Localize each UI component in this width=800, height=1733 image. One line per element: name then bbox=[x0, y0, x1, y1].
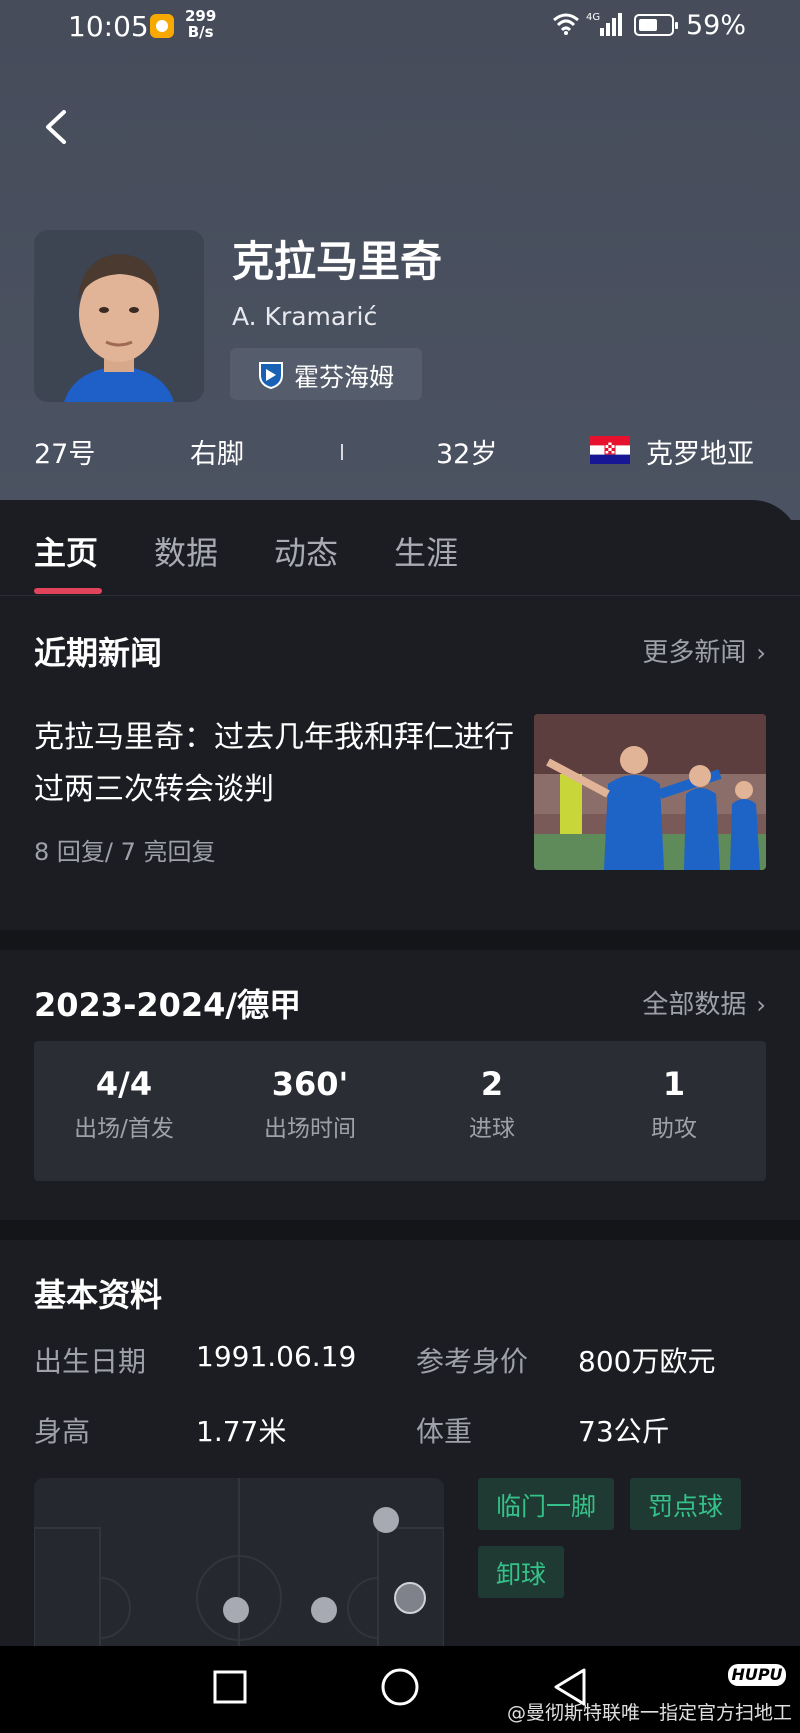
news-section-title: 近期新闻 bbox=[34, 634, 163, 672]
stat-label: 进球 bbox=[469, 1116, 515, 1142]
tab-bar: 主页 数据 动态 生涯 bbox=[0, 500, 800, 596]
news-thumbnail[interactable] bbox=[534, 714, 766, 870]
player-name: 克拉马里奇 bbox=[232, 237, 443, 286]
trait-tag: 卸球 bbox=[478, 1546, 565, 1598]
player-header: 10:05 299 B/s 4G 59% 克拉马里奇 A. Kramarić 霍… bbox=[0, 0, 800, 520]
tab-home[interactable]: 主页 bbox=[34, 528, 98, 574]
stat-value: 4/4 bbox=[95, 1065, 153, 1103]
market-value-label: 参考身价 bbox=[416, 1345, 529, 1378]
status-time: 10:05 bbox=[68, 10, 149, 43]
player-age: 32岁 bbox=[436, 439, 498, 470]
preferred-foot: 右脚 bbox=[190, 439, 244, 470]
hoffenheim-logo-icon bbox=[259, 362, 283, 389]
player-meta: 27号 右脚 32岁 克罗地亚 bbox=[0, 432, 800, 472]
stat-value: 2 bbox=[480, 1065, 504, 1103]
battery-percent: 59% bbox=[686, 10, 747, 41]
network-type-label: 4G bbox=[586, 12, 600, 23]
season-stats-box: 4/4 出场/首发 360' 出场时间 2 进球 1 助攻 bbox=[34, 1041, 766, 1181]
news-reply-count: 8 回复/ 7 亮回复 bbox=[34, 838, 216, 866]
home-icon[interactable] bbox=[380, 1666, 420, 1710]
birth-date-label: 出生日期 bbox=[34, 1345, 147, 1378]
wifi-icon bbox=[553, 13, 579, 35]
tab-data[interactable]: 数据 bbox=[154, 528, 218, 574]
weight-value: 73公斤 bbox=[578, 1415, 670, 1448]
player-avatar bbox=[34, 230, 204, 402]
primary-position-dot bbox=[394, 1582, 426, 1614]
recent-apps-icon[interactable] bbox=[212, 1666, 248, 1710]
network-speed: 299 B/s bbox=[185, 7, 217, 41]
stat-label: 出场/首发 bbox=[74, 1116, 174, 1142]
all-data-link[interactable]: 全部数据 › bbox=[642, 984, 766, 1021]
stat-assists: 1 助攻 bbox=[584, 1065, 764, 1143]
all-data-label: 全部数据 bbox=[642, 990, 747, 1020]
more-news-label: 更多新闻 bbox=[642, 638, 747, 668]
stat-goals: 2 进球 bbox=[402, 1065, 582, 1143]
back-arrow-icon[interactable] bbox=[34, 100, 78, 154]
news-headline[interactable]: 克拉马里奇：过去几年我和拜仁进行过两三次转会谈判 bbox=[34, 712, 520, 816]
news-photo bbox=[534, 714, 766, 870]
stat-label: 出场时间 bbox=[264, 1116, 356, 1142]
birth-date-value: 1991.06.19 bbox=[196, 1340, 357, 1373]
team-chip[interactable]: 霍芬海姆 bbox=[230, 348, 422, 400]
battery-icon bbox=[634, 14, 678, 36]
active-tab-indicator bbox=[34, 588, 102, 594]
height-value: 1.77米 bbox=[196, 1415, 287, 1448]
tab-career[interactable]: 生涯 bbox=[394, 528, 458, 574]
hupu-logo: HUPU bbox=[728, 1664, 786, 1686]
stat-value: 360' bbox=[271, 1065, 349, 1103]
croatia-flag-icon bbox=[590, 436, 630, 464]
player-country: 克罗地亚 bbox=[646, 439, 754, 470]
tab-activity[interactable]: 动态 bbox=[274, 528, 338, 574]
team-name: 霍芬海姆 bbox=[294, 363, 395, 392]
trait-tag: 罚点球 bbox=[630, 1478, 742, 1530]
position-dot bbox=[311, 1597, 337, 1623]
weight-label: 体重 bbox=[416, 1415, 473, 1448]
basic-info-title: 基本资料 bbox=[34, 1276, 163, 1314]
more-news-link[interactable]: 更多新闻 › bbox=[642, 632, 766, 669]
status-bar: 10:05 299 B/s 4G 59% bbox=[0, 0, 800, 50]
market-value-value: 800万欧元 bbox=[578, 1345, 716, 1378]
meta-divider bbox=[341, 444, 343, 460]
stat-label: 助攻 bbox=[651, 1116, 697, 1142]
watermark-text: @曼彻斯特联唯一指定官方扫地工 bbox=[506, 1702, 792, 1724]
trait-tag: 临门一脚 bbox=[478, 1478, 615, 1530]
stat-minutes: 360' 出场时间 bbox=[220, 1065, 400, 1143]
position-dot bbox=[223, 1597, 249, 1623]
player-latin-name: A. Kramarić bbox=[232, 302, 378, 331]
section-divider bbox=[0, 1220, 800, 1240]
player-photo bbox=[34, 230, 204, 402]
app-notification-icon bbox=[150, 14, 174, 38]
section-divider bbox=[0, 930, 800, 950]
shirt-number: 27号 bbox=[34, 439, 96, 470]
chevron-right-icon: › bbox=[756, 639, 766, 667]
stat-appearances: 4/4 出场/首发 bbox=[34, 1065, 214, 1143]
position-dot bbox=[373, 1507, 399, 1533]
height-label: 身高 bbox=[34, 1415, 91, 1448]
content-panel: 主页 数据 动态 生涯 近期新闻 更多新闻 › 克拉马里奇：过去几年我和拜仁进行过… bbox=[0, 500, 800, 1678]
cell-signal-icon: 4G bbox=[586, 12, 622, 36]
stat-value: 1 bbox=[662, 1065, 686, 1103]
season-section-title: 2023-2024/德甲 bbox=[34, 986, 302, 1024]
chevron-right-icon: › bbox=[756, 991, 766, 1019]
